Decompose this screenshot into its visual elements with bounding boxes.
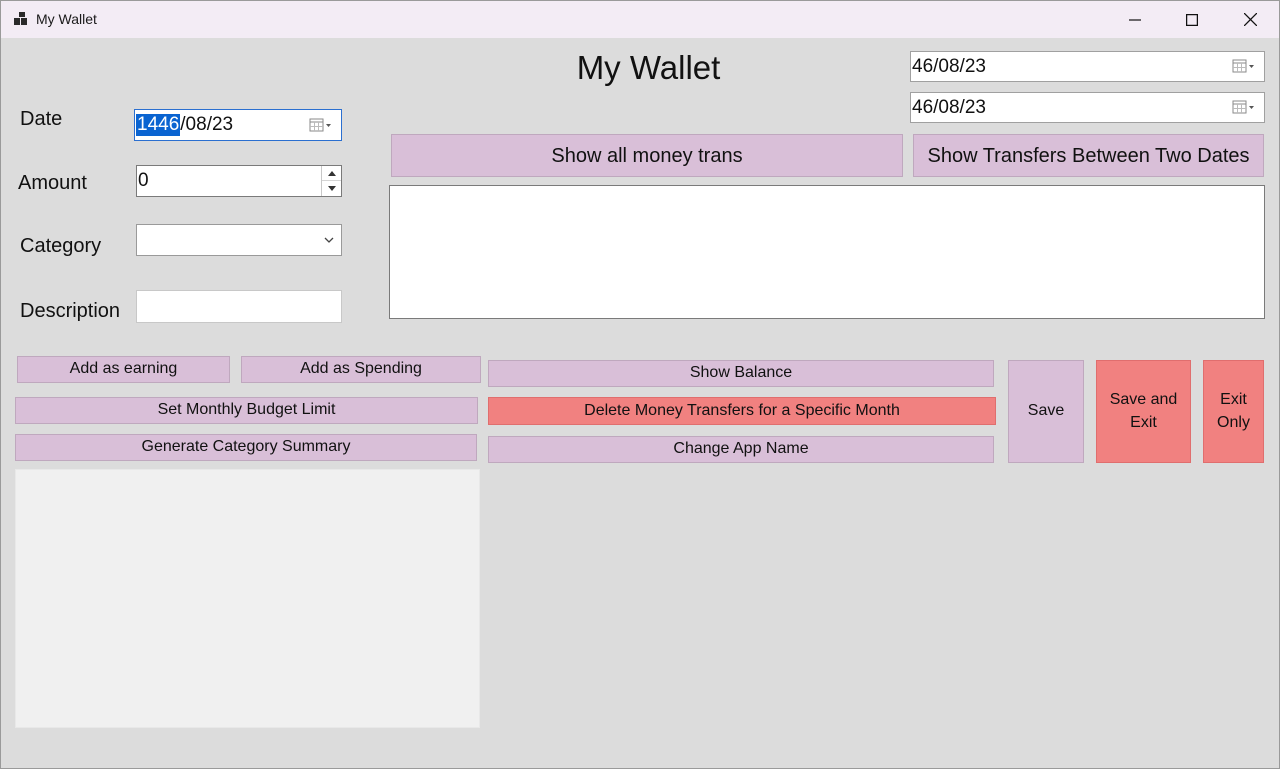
from-date-value: 46/08/23 xyxy=(912,55,986,77)
from-date-picker[interactable]: 46/08/23 xyxy=(910,51,1265,82)
description-label: Description xyxy=(20,300,121,322)
exit-only-line2: Only xyxy=(1217,413,1250,431)
delete-month-transfers-button[interactable]: Delete Money Transfers for a Specific Mo… xyxy=(488,397,996,425)
arrow-down-icon xyxy=(327,186,336,191)
show-transfers-between-dates-button[interactable]: Show Transfers Between Two Dates xyxy=(913,134,1264,177)
page-title: My Wallet xyxy=(576,49,721,86)
change-app-name-button[interactable]: Change App Name xyxy=(488,436,994,463)
amount-spin-buttons[interactable] xyxy=(321,166,341,196)
date-label: Date xyxy=(20,108,63,130)
spin-up-button[interactable] xyxy=(322,166,341,181)
add-earning-button[interactable]: Add as earning xyxy=(17,356,230,383)
to-date-picker[interactable]: 46/08/23 xyxy=(910,92,1265,123)
save-button[interactable]: Save xyxy=(1008,360,1084,463)
amount-value: 0 xyxy=(138,170,149,191)
amount-stepper[interactable]: 0 xyxy=(136,165,342,197)
close-button[interactable] xyxy=(1221,1,1279,38)
amount-label: Amount xyxy=(18,172,87,194)
date-picker[interactable]: 1446/08/23 xyxy=(134,109,342,141)
minimize-button[interactable] xyxy=(1106,1,1164,38)
maximize-icon xyxy=(1186,13,1198,26)
calendar-dropdown-icon[interactable] xyxy=(1232,58,1256,75)
set-budget-limit-button[interactable]: Set Monthly Budget Limit xyxy=(15,397,478,424)
spin-down-button[interactable] xyxy=(322,181,341,196)
show-all-transactions-button[interactable]: Show all money trans xyxy=(391,134,903,177)
category-select[interactable] xyxy=(136,224,342,256)
arrow-up-icon xyxy=(327,170,336,176)
to-date-value: 46/08/23 xyxy=(912,96,986,118)
date-rest: /08/23 xyxy=(180,114,234,135)
app-window: My Wallet My Wallet Date Amount Category… xyxy=(0,0,1280,769)
window-title: My Wallet xyxy=(36,11,97,27)
show-balance-button[interactable]: Show Balance xyxy=(488,360,994,387)
save-and-exit-line2: Exit xyxy=(1130,413,1157,431)
calendar-dropdown-icon[interactable] xyxy=(1232,99,1256,116)
app-icon xyxy=(14,12,27,25)
category-label: Category xyxy=(20,235,102,257)
maximize-button[interactable] xyxy=(1163,1,1221,38)
exit-only-button[interactable]: Exit Only xyxy=(1203,360,1264,463)
chevron-down-icon xyxy=(324,237,334,243)
exit-only-line1: Exit xyxy=(1220,391,1247,409)
minimize-icon xyxy=(1129,18,1141,21)
transactions-list[interactable] xyxy=(389,185,1265,319)
description-field[interactable] xyxy=(136,290,342,323)
title-bar[interactable]: My Wallet xyxy=(1,1,1279,38)
save-and-exit-button[interactable]: Save and Exit xyxy=(1096,360,1191,463)
generate-category-summary-button[interactable]: Generate Category Summary xyxy=(15,434,477,461)
category-summary-panel xyxy=(15,469,480,728)
save-and-exit-line1: Save and xyxy=(1109,391,1178,409)
date-selected-part: 1446 xyxy=(136,114,181,136)
calendar-dropdown-icon[interactable] xyxy=(309,117,333,134)
add-spending-button[interactable]: Add as Spending xyxy=(241,356,481,383)
close-icon xyxy=(1243,13,1257,26)
